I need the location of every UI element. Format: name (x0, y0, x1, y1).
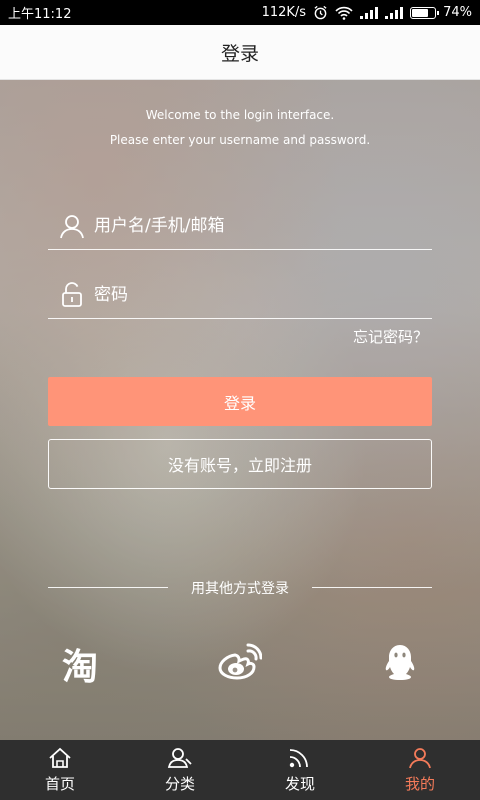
tab-profile-label: 我的 (404, 775, 435, 793)
login-panel: Welcome to the login interface. Please e… (0, 80, 480, 740)
profile-icon (408, 746, 432, 770)
weibo-login-button[interactable] (214, 640, 266, 688)
bottom-tab-bar: 首页 分类 发现 我的 (0, 740, 480, 800)
signal-icon-2 (385, 6, 404, 19)
password-field[interactable] (48, 271, 432, 319)
login-button[interactable]: 登录 (48, 377, 432, 426)
wifi-icon (335, 6, 353, 20)
status-bar: 上午11:12 112K/s 74% (0, 0, 480, 25)
divider-left (48, 587, 168, 588)
home-icon (48, 746, 72, 770)
tab-discover-label: 发现 (284, 775, 315, 793)
forgot-password-link[interactable]: 忘记密码？ (353, 326, 428, 347)
status-time: 上午11:12 (8, 7, 72, 22)
status-right: 112K/s 74% (262, 5, 472, 20)
page-title: 登录 (220, 42, 259, 65)
alarm-icon (313, 5, 328, 20)
password-input[interactable] (94, 284, 394, 305)
category-icon (167, 746, 193, 770)
battery-icon (410, 6, 440, 19)
tab-category[interactable]: 分类 (120, 740, 240, 800)
register-button[interactable]: 没有账号，立即注册 (48, 439, 432, 489)
qq-login-button[interactable] (374, 640, 426, 688)
taobao-icon: 淘 (61, 647, 98, 688)
user-icon (58, 212, 86, 240)
other-login-label: 用其他方式登录 (191, 581, 289, 597)
tab-discover[interactable]: 发现 (240, 740, 360, 800)
battery-percent: 74% (443, 5, 472, 20)
tab-profile[interactable]: 我的 (360, 740, 480, 800)
divider-right (312, 587, 432, 588)
tab-category-label: 分类 (164, 775, 195, 793)
welcome-line-1: Welcome to the login interface. (145, 108, 335, 122)
weibo-icon (218, 643, 263, 685)
net-speed: 112K/s (261, 5, 307, 20)
header-bar: 登录 (0, 25, 480, 80)
qq-icon (383, 643, 417, 685)
welcome-line-2: Please enter your username and password. (109, 133, 371, 147)
tab-home[interactable]: 首页 (0, 740, 120, 800)
username-field[interactable] (48, 202, 432, 250)
lock-icon (58, 281, 86, 309)
taobao-login-button[interactable]: 淘 (54, 640, 106, 688)
username-input[interactable] (94, 215, 394, 236)
signal-icon-1 (360, 6, 379, 19)
discover-icon (288, 746, 312, 770)
tab-home-label: 首页 (44, 775, 75, 793)
